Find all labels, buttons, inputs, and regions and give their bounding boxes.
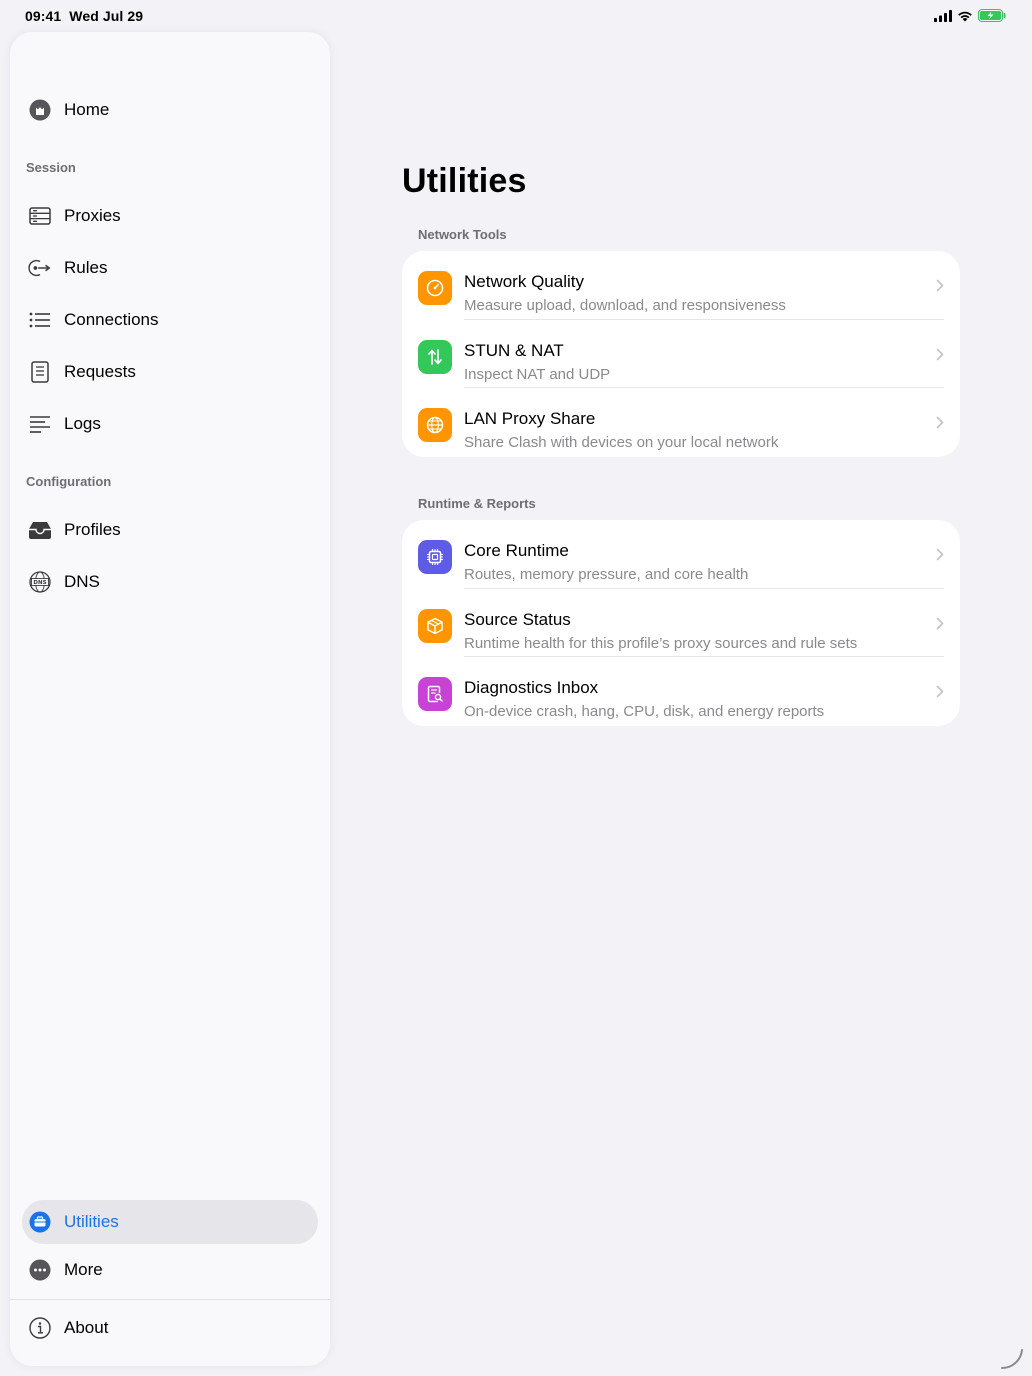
chevron-right-icon — [936, 548, 944, 561]
list-item-core-runtime[interactable]: Core Runtime Routes, memory pressure, an… — [402, 520, 960, 589]
sidebar-item-requests[interactable]: Requests — [22, 350, 318, 394]
item-title: Network Quality — [464, 272, 584, 291]
list-item-stun-nat[interactable]: STUN & NAT Inspect NAT and UDP — [402, 320, 960, 388]
item-subtitle: Share Clash with devices on your local n… — [464, 434, 779, 451]
route-arrow-icon — [28, 256, 52, 280]
sidebar-item-label: About — [64, 1318, 109, 1337]
home-icon — [28, 98, 52, 122]
sidebar-item-profiles[interactable]: Profiles — [22, 508, 318, 552]
sidebar-item-label: Requests — [64, 362, 136, 381]
text-lines-icon — [28, 412, 52, 436]
list-item-lan-proxy-share[interactable]: LAN Proxy Share Share Clash with devices… — [402, 388, 960, 457]
sidebar-section-session: Session — [26, 160, 76, 175]
sidebar-item-label: Proxies — [64, 206, 121, 225]
doc-magnifier-icon — [418, 677, 452, 711]
item-subtitle: Runtime health for this profile’s proxy … — [464, 634, 858, 652]
server-icon — [28, 204, 52, 228]
status-date: Wed Jul 29 — [69, 8, 144, 24]
status-bar-time: 09:41 Wed Jul 29 — [25, 8, 143, 24]
item-title: Core Runtime — [464, 541, 569, 560]
ellipsis-circle-icon — [28, 1258, 52, 1282]
item-title: Source Status — [464, 609, 571, 629]
tray-icon — [28, 518, 52, 542]
svg-text:DNS: DNS — [33, 580, 46, 586]
sidebar-item-label: Connections — [64, 310, 159, 329]
sidebar-item-label: Rules — [64, 258, 108, 277]
cpu-icon — [418, 540, 452, 574]
cellular-signal-icon — [934, 9, 952, 22]
item-title: LAN Proxy Share — [464, 409, 596, 428]
sidebar-item-dns[interactable]: DNS DNS — [22, 560, 318, 604]
wifi-icon — [958, 11, 972, 21]
item-title: STUN & NAT — [464, 340, 564, 360]
list-item-diagnostics-inbox[interactable]: Diagnostics Inbox On-device crash, hang,… — [402, 657, 960, 726]
group-header-runtime-reports: Runtime & Reports — [418, 496, 536, 511]
item-title: Diagnostics Inbox — [464, 678, 599, 697]
toolbox-icon — [28, 1210, 52, 1234]
status-bar-indicators — [934, 9, 1006, 22]
sidebar-item-rules[interactable]: Rules — [22, 246, 318, 290]
sidebar-item-utilities[interactable]: Utilities — [22, 1200, 318, 1244]
item-subtitle: Routes, memory pressure, and core health — [464, 566, 749, 583]
sidebar-item-label: Utilities — [64, 1212, 119, 1231]
network-tools-card: Network Quality Measure upload, download… — [402, 251, 960, 457]
runtime-reports-card: Core Runtime Routes, memory pressure, an… — [402, 520, 960, 726]
sidebar-item-about[interactable]: About — [22, 1306, 318, 1350]
sidebar-item-more[interactable]: More — [22, 1248, 318, 1292]
chevron-right-icon — [936, 617, 944, 629]
status-time: 09:41 — [25, 8, 62, 24]
page-title: Utilities — [402, 162, 527, 200]
sidebar: Home Session Proxies Rules Connections R… — [10, 32, 330, 1366]
list-item-network-quality[interactable]: Network Quality Measure upload, download… — [402, 251, 960, 320]
cube-icon — [418, 608, 452, 643]
battery-charging-icon — [978, 9, 1006, 22]
sidebar-item-label: Profiles — [64, 520, 121, 539]
sidebar-item-logs[interactable]: Logs — [22, 402, 318, 446]
list-bullet-icon — [28, 308, 52, 332]
sidebar-divider — [10, 1299, 330, 1300]
resize-handle-icon[interactable] — [1000, 1344, 1026, 1370]
item-subtitle: On-device crash, hang, CPU, disk, and en… — [464, 703, 825, 720]
chevron-right-icon — [936, 279, 944, 292]
document-icon — [28, 360, 52, 384]
group-header-network-tools: Network Tools — [418, 227, 507, 242]
sidebar-item-connections[interactable]: Connections — [22, 298, 318, 342]
chevron-right-icon — [936, 685, 944, 698]
dns-globe-icon: DNS — [28, 570, 52, 594]
item-subtitle: Measure upload, download, and responsive… — [464, 297, 786, 314]
sidebar-section-configuration: Configuration — [26, 474, 112, 489]
chevron-right-icon — [936, 348, 944, 360]
item-subtitle: Inspect NAT and UDP — [464, 365, 611, 383]
sidebar-item-label: Home — [64, 100, 110, 119]
sidebar-item-label: More — [64, 1260, 103, 1279]
sidebar-item-label: DNS — [64, 572, 100, 591]
sidebar-item-proxies[interactable]: Proxies — [22, 194, 318, 238]
sidebar-item-home[interactable]: Home — [22, 88, 318, 132]
speedometer-icon — [418, 271, 452, 305]
globe-icon — [418, 408, 452, 442]
arrows-up-down-icon — [418, 339, 452, 374]
list-item-source-status[interactable]: Source Status Runtime health for this pr… — [402, 589, 960, 657]
info-circle-icon — [28, 1316, 52, 1340]
sidebar-item-label: Logs — [64, 414, 101, 433]
chevron-right-icon — [936, 416, 944, 429]
